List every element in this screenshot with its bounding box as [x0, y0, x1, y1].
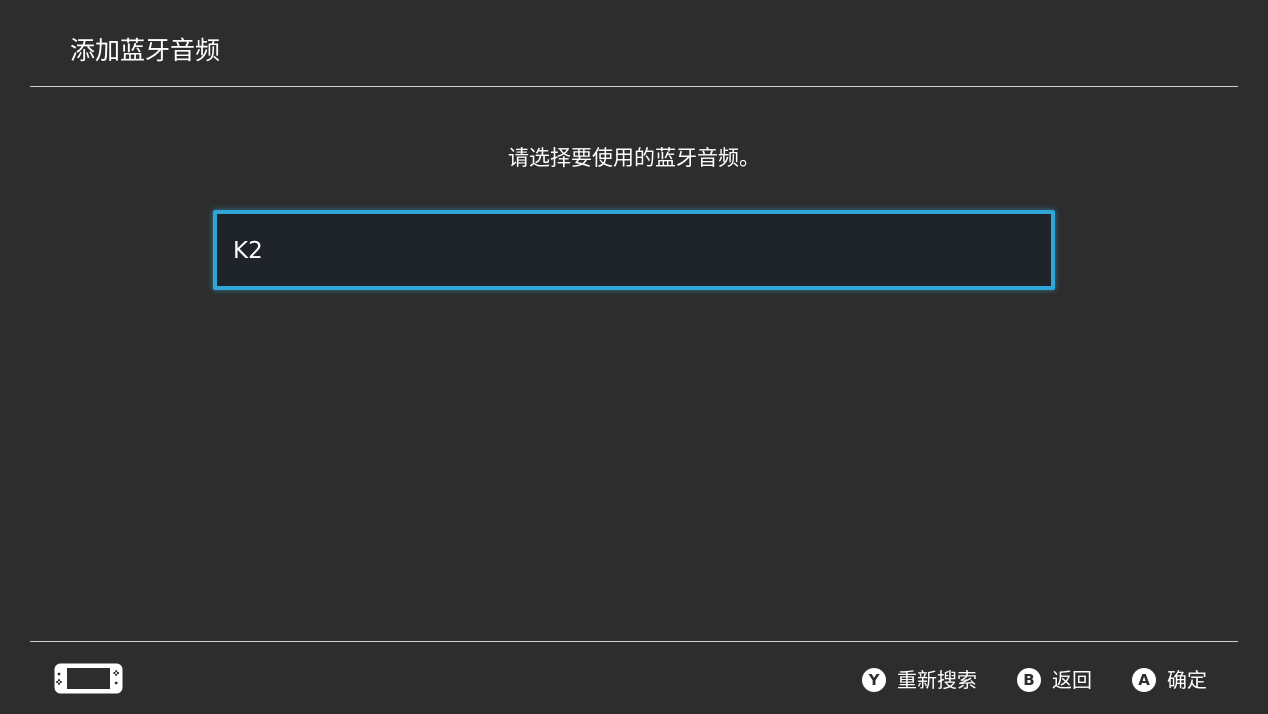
back-label: 返回 [1052, 668, 1092, 692]
device-list: K2 [213, 210, 1055, 290]
button-hints: Y 重新搜索 B 返回 A 确定 [862, 663, 1207, 697]
a-button-icon: A [1132, 668, 1156, 692]
confirm-label: 确定 [1167, 668, 1207, 692]
rescan-button[interactable]: Y 重新搜索 [862, 663, 977, 697]
b-button-icon: B [1017, 668, 1041, 692]
page-title: 添加蓝牙音频 [70, 36, 221, 65]
y-button-icon: Y [862, 668, 886, 692]
instruction-text: 请选择要使用的蓝牙音频。 [508, 146, 760, 170]
handheld-console-icon [54, 663, 123, 694]
device-list-item[interactable]: K2 [213, 210, 1055, 290]
bluetooth-audio-screen: 添加蓝牙音频 请选择要使用的蓝牙音频。 K2 Y 重新搜索 B 返回 A 确定 [0, 0, 1268, 714]
rescan-label: 重新搜索 [897, 668, 977, 692]
device-name: K2 [233, 238, 263, 264]
back-button[interactable]: B 返回 [1017, 663, 1092, 697]
footer-bar: Y 重新搜索 B 返回 A 确定 [30, 641, 1238, 714]
confirm-button[interactable]: A 确定 [1132, 663, 1207, 697]
header: 添加蓝牙音频 [30, 0, 1238, 87]
